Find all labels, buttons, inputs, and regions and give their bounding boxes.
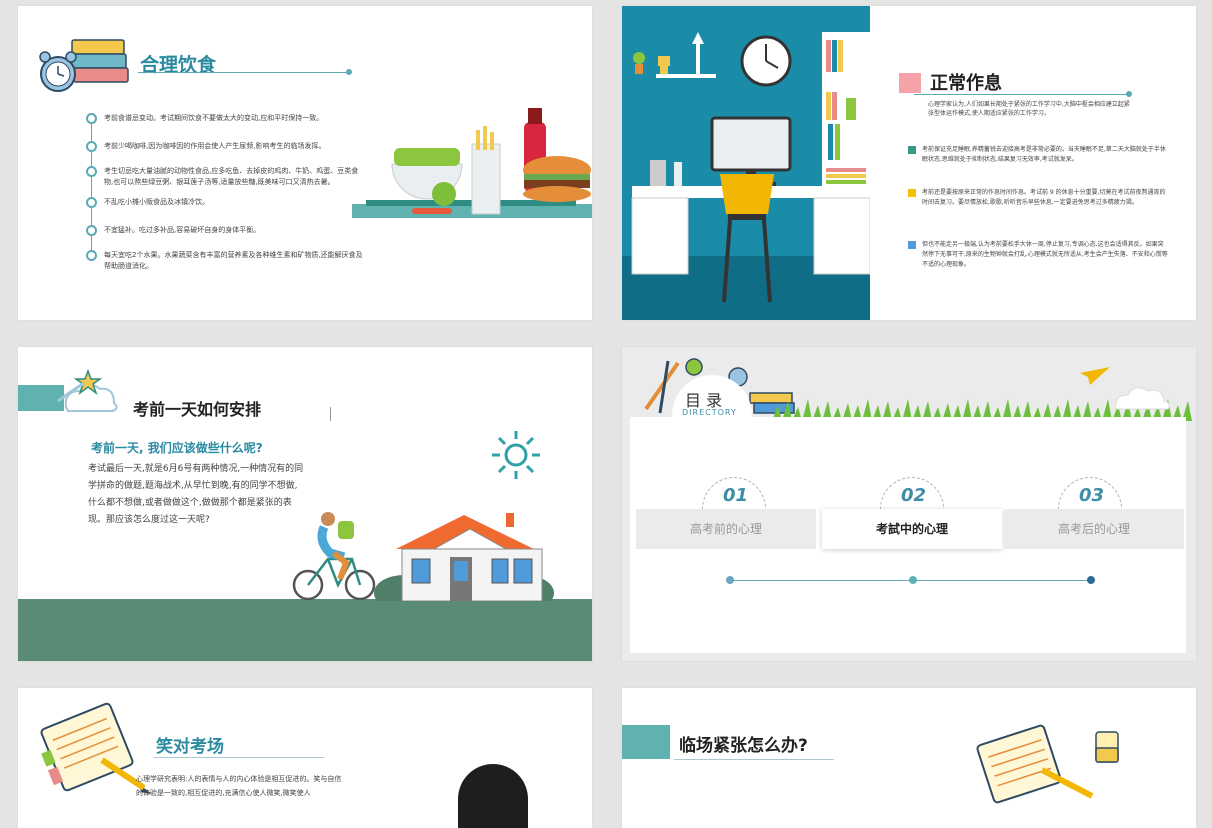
slide-title: 正常作息 bbox=[930, 73, 1002, 94]
slide-exam-nervousness[interactable]: 临场紧张怎么办? bbox=[622, 688, 1196, 828]
title-accent-block bbox=[622, 725, 670, 759]
tab-number: 03 bbox=[1079, 485, 1105, 506]
bullet-circle bbox=[86, 141, 97, 152]
slide-smile-exam[interactable]: 笑对考场 心理学研究表明:人的表情与人的内心体验是相互促进的。笑与自信的体验是一… bbox=[18, 688, 592, 828]
title-underline-dot bbox=[346, 69, 352, 75]
slide-table-of-contents[interactable]: 目 录 DIRECTORY 01 02 03 高考前的心理 考試中的心理 高考后… bbox=[622, 347, 1196, 661]
food-illustration-icon bbox=[352, 108, 592, 218]
notebook-eraser-icon bbox=[976, 724, 1119, 804]
bullet-circle bbox=[86, 225, 97, 236]
tab-after-exam[interactable]: 高考后的心理 bbox=[1004, 509, 1184, 549]
title-underline bbox=[914, 94, 1128, 95]
silhouette-icon bbox=[458, 764, 528, 828]
slide-title: 笑对考场 bbox=[156, 737, 224, 757]
progress-dot bbox=[909, 576, 917, 584]
title-divider bbox=[330, 407, 331, 421]
body-text: 心理学研究表明:人的表情与人的内心体验是相互促进的。笑与自信的体验是一致的,相互… bbox=[136, 775, 342, 797]
slide-subtitle: 考前一天, 我们应该做些什么呢? bbox=[91, 441, 263, 455]
list-item-text: 考前食谱忌变动。考试期间饮食不要做太大的变动,应和平时保持一致。 bbox=[104, 114, 324, 122]
point-text: 考前保证充足睡眠,养精蓄锐去迎接高考是非常必要的。当天睡眠不足,第二天大脑就处于… bbox=[922, 146, 1166, 163]
notebook-pencil-icon bbox=[40, 702, 152, 794]
house-icon bbox=[374, 513, 554, 601]
progress-dot bbox=[726, 576, 734, 584]
slide-day-before-exam[interactable]: 考前一天如何安排 考前一天, 我们应该做些什么呢? 考试最后一天,就是6月6号有… bbox=[18, 347, 592, 661]
clock-books-icon bbox=[39, 39, 129, 92]
sun-icon bbox=[492, 431, 540, 479]
bullet-circle bbox=[86, 197, 97, 208]
plane-cloud-icon bbox=[1080, 367, 1170, 410]
title-underline bbox=[674, 759, 834, 760]
tab-number: 02 bbox=[901, 485, 927, 506]
slide-subtitle: DIRECTORY bbox=[682, 408, 737, 417]
slide-normal-routine[interactable]: 正常作息 心理学家认为,人们如果长期处于紧张的工作学习中,大脑中枢会相应建立起紧… bbox=[622, 6, 1196, 320]
progress-dot bbox=[1087, 576, 1095, 584]
title-underline bbox=[138, 72, 348, 73]
slide-title: 考前一天如何安排 bbox=[133, 400, 262, 419]
slide-title: 临场紧张怎么办? bbox=[679, 736, 808, 756]
ground-strip bbox=[18, 599, 592, 661]
bullet-circle bbox=[86, 250, 97, 261]
list-item-text: 考生切忌吃大量油腻的动物性食品,应多吃鱼、去掉皮的鸡肉、牛奶、鸡蛋、豆类食物,也… bbox=[104, 167, 359, 186]
title-underline-dot bbox=[1126, 91, 1132, 97]
tab-during-exam[interactable]: 考試中的心理 bbox=[822, 509, 1002, 549]
tab-before-exam[interactable]: 高考前的心理 bbox=[636, 509, 816, 549]
study-desk-illustration-icon bbox=[622, 6, 870, 320]
body-text: 考试最后一天,就是6月6号有两种情况,一种情况有的同学拼命的做题,题海战术,从早… bbox=[88, 464, 304, 525]
star-cloud-icon bbox=[18, 368, 118, 412]
point-text: 但也不能走另一极端,认为考前要松手大休一周,停止复习,专调心态,这也会适得其反。… bbox=[922, 241, 1168, 268]
point-text: 考前还是要按原来正常的作息时间作息。考试前 9 的休息十分重要,切莫在考试前夜熬… bbox=[922, 189, 1166, 206]
title-accent-block bbox=[899, 73, 921, 93]
timeline-line bbox=[91, 118, 92, 258]
point-marker bbox=[908, 189, 916, 197]
title-underline bbox=[154, 757, 324, 758]
list-item-text: 考前少喝咖啡,因为咖啡因的作用会使人产生尿频,影响考生的临场发挥。 bbox=[104, 142, 326, 150]
list-item-text: 不乱吃小摊小贩食品及冰镇冷饮。 bbox=[104, 198, 209, 206]
point-marker bbox=[908, 241, 916, 249]
point-marker bbox=[908, 146, 916, 154]
slide-healthy-diet[interactable]: 合理饮食 考前食谱忌变动。考试期间饮食不要做太大的变动,应和平时保持一致。 考前… bbox=[18, 6, 592, 320]
bullet-circle bbox=[86, 113, 97, 124]
list-item-text: 不宜猛补。吃过多补品,容易破坏自身的身体平衡。 bbox=[104, 226, 261, 234]
cyclist-icon bbox=[292, 512, 376, 601]
bullet-circle bbox=[86, 166, 97, 177]
tab-number: 01 bbox=[723, 485, 749, 506]
intro-text: 心理学家认为,人们如果长期处于紧张的工作学习中,大脑中枢会相应建立起紧张型体运作… bbox=[928, 101, 1130, 117]
list-item-text: 每天宜吃2个水果。水果蔬菜含有丰富的营养素及各种维生素和矿物质,还能解厌食及帮助… bbox=[104, 251, 363, 270]
